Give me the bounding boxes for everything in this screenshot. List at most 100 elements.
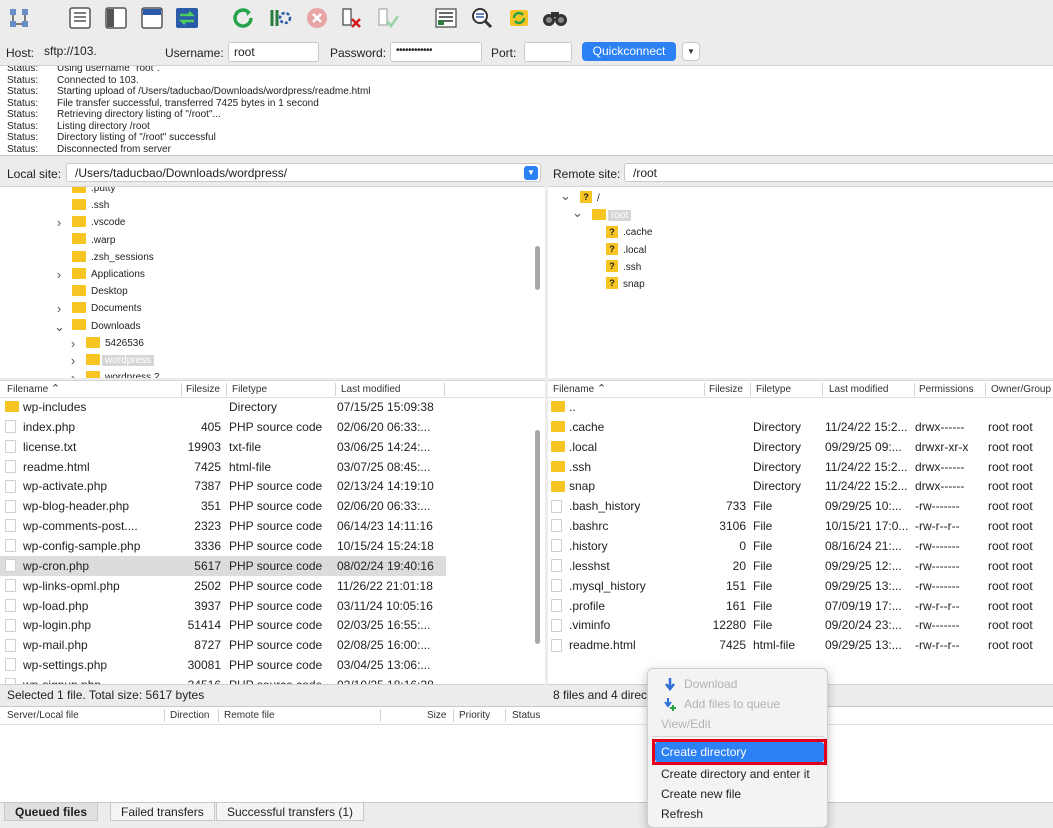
queue-col-status[interactable]: Status [512,707,540,725]
tree-node[interactable]: › wordpress [71,353,155,369]
remote-site-path-input[interactable]: /root [624,163,1053,182]
local-col-filename[interactable]: Filename ⌃ [7,381,60,398]
password-input[interactable]: •••••••••••• [390,42,482,62]
toggle-remote-tree-icon[interactable] [138,5,166,31]
chevron-down-icon[interactable]: ⌄ [54,319,65,335]
local-list-scrollbar[interactable] [535,430,540,644]
remote-file-list[interactable]: Filename ⌃ Filesize Filetype Last modifi… [548,380,1053,684]
tab-queued-files[interactable]: Queued files [4,803,99,821]
table-row[interactable]: wp-config-sample.php 3336 PHP source code 1… [0,536,545,556]
chevron-down-icon[interactable]: ⌄ [560,188,571,204]
table-row[interactable]: .local Directory 09/29/25 09:... drwxr-xr-x… [548,437,1053,457]
quickconnect-button[interactable]: Quickconnect [582,42,676,61]
message-log[interactable]: Status: Using username "root". Status: Conn… [0,66,1053,156]
filter-icon[interactable] [432,5,460,31]
chevron-right-icon[interactable]: › [54,267,64,283]
local-site-dropdown-icon[interactable]: ▼ [524,166,538,180]
local-directory-tree[interactable]: .putty .ssh › .vscode .warp .zsh_sessions › App… [0,186,545,378]
table-row[interactable]: .. [548,397,1053,417]
menu-item-create-new-file[interactable]: Create new file [652,784,824,804]
table-row[interactable]: .ssh Directory 11/24/22 15:2... drwx------ r… [548,457,1053,477]
cancel-operation-icon[interactable] [303,5,331,31]
tree-node[interactable]: ⌄ Downloads [54,319,140,335]
chevron-right-icon[interactable]: › [54,215,64,231]
table-row[interactable]: wp-comments-post.... 2323 PHP source code 0… [0,516,545,536]
table-row[interactable]: wp-includes Directory 07/15/25 15:09:38 [0,397,545,417]
chevron-right-icon[interactable]: › [54,301,64,317]
chevron-right-icon[interactable]: › [68,353,78,369]
tree-node[interactable]: ⌄ root [572,205,632,224]
remote-col-modified[interactable]: Last modified [829,381,888,398]
port-input[interactable] [524,42,572,62]
table-row[interactable]: .cache Directory 11/24/22 15:2... drwx-----… [548,417,1053,437]
table-row[interactable]: wp-mail.php 8727 PHP source code 02/08/25 1… [0,635,545,655]
local-col-filetype[interactable]: Filetype [232,381,267,398]
compare-icon[interactable] [468,5,496,31]
tree-node[interactable]: .ssh [72,198,109,214]
refresh-icon[interactable] [230,5,258,31]
local-col-modified[interactable]: Last modified [341,381,400,398]
table-row[interactable]: wp-settings.php 30081 PHP source code 03/04… [0,655,545,675]
table-row[interactable]: wp-load.php 3937 PHP source code 03/11/24 1… [0,596,545,616]
tree-node[interactable]: › Documents [57,301,142,317]
queue-col-server[interactable]: Server/Local file [7,707,79,725]
remote-col-filesize[interactable]: Filesize [709,381,743,398]
table-row[interactable]: license.txt 19903 txt-file 03/06/25 14:24:.… [0,437,545,457]
table-row[interactable]: .bash_history 733 File 09/29/25 10:... -rw--… [548,496,1053,516]
host-input[interactable]: sftp://103. [39,42,156,62]
tree-node[interactable]: › Applications [57,267,145,283]
transfer-queue[interactable]: Server/Local file Direction Remote file … [0,706,1053,802]
table-row[interactable]: readme.html 7425 html-file 09/29/25 13:... -… [548,635,1053,655]
table-row[interactable]: .history 0 File 08/16/24 21:... -rw------- ro… [548,536,1053,556]
remote-directory-tree[interactable]: ⌄? / ⌄ root? .cache? .local? .ssh? snap [548,186,1053,378]
table-row[interactable]: wp-blog-header.php 351 PHP source code 02/0… [0,496,545,516]
table-row[interactable]: readme.html 7425 html-file 03/07/25 08:45:.… [0,457,545,477]
tree-node[interactable]: ⌄? / [560,188,600,207]
site-manager-icon[interactable] [6,5,34,31]
remote-col-filetype[interactable]: Filetype [756,381,791,398]
menu-item-refresh[interactable]: Refresh [652,804,824,824]
disconnect-icon[interactable] [338,5,366,31]
local-tree-scrollbar[interactable] [535,246,540,290]
quickconnect-history-dropdown[interactable]: ▼ [682,42,700,61]
toggle-transfer-queue-icon[interactable] [173,5,201,31]
chevron-down-icon[interactable]: ⌄ [572,205,583,221]
table-row[interactable]: snap Directory 11/24/22 15:2... drwx------ r… [548,476,1053,496]
table-row[interactable]: .viminfo 12280 File 09/20/24 23:... -rw-----… [548,615,1053,635]
tree-node[interactable]: › .vscode [57,215,126,231]
local-site-path-input[interactable]: /Users/taducbao/Downloads/wordpress/ [66,163,541,182]
tree-node[interactable]: .warp [72,233,115,249]
table-row[interactable]: wp-signup.php 34516 PHP source code02/10/2… [0,675,545,684]
toggle-message-log-icon[interactable] [66,5,94,31]
table-row[interactable]: wp-activate.php 7387 PHP source code 02/13/… [0,476,545,496]
table-row[interactable]: .mysql_history 151 File 09/29/25 13:... -rw-… [548,576,1053,596]
table-row[interactable]: wp-login.php 51414 PHP source code 02/03/25… [0,615,545,635]
toggle-local-tree-icon[interactable] [102,5,130,31]
menu-item-view-edit[interactable]: View/Edit [652,714,824,734]
tree-node[interactable]: ? .local [606,242,646,259]
table-row[interactable]: wp-cron.php 5617 PHP source code 08/02/24 1… [0,555,446,576]
remote-col-permissions[interactable]: Permissions [919,381,973,398]
table-row[interactable]: index.php 405 PHP source code 02/06/20 06:3… [0,417,545,437]
menu-item-download[interactable]: Download [652,674,824,694]
search-icon[interactable] [541,5,569,31]
username-input[interactable]: root [228,42,319,62]
menu-item-create-directory-enter[interactable]: Create directory and enter it [652,764,824,784]
table-row[interactable]: .lesshst 20 File 09/29/25 12:... -rw------- r… [548,556,1053,576]
table-row[interactable]: wp-links-opml.php 2502 PHP source code 11/2… [0,576,545,596]
menu-item-create-directory[interactable]: Create directory [655,742,824,762]
queue-col-remote[interactable]: Remote file [224,707,275,725]
local-col-filesize[interactable]: Filesize [186,381,220,398]
tree-node[interactable]: Desktop [72,284,128,300]
tree-node[interactable]: ? snap [606,277,645,293]
tab-successful-transfers[interactable]: Successful transfers (1) [216,803,365,821]
tree-node[interactable]: .putty [72,187,115,197]
tree-node[interactable]: › wordpress 2 [71,370,159,378]
chevron-right-icon[interactable]: › [68,336,78,352]
reconnect-icon[interactable] [374,5,402,31]
tree-node[interactable]: ? .ssh [606,260,641,276]
tree-node[interactable]: ? .cache [606,225,652,241]
tree-node[interactable]: › 5426536 [71,336,144,352]
remote-col-filename[interactable]: Filename ⌃ [553,381,606,398]
table-row[interactable]: .profile 161 File 07/09/19 17:... -rw-r--r--… [548,596,1053,616]
